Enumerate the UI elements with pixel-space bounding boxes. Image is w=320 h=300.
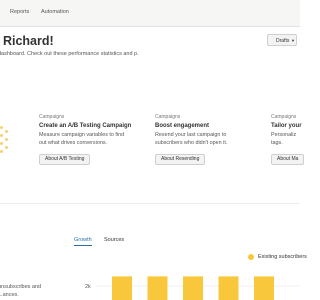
chart-bar [218,276,239,300]
chart-bar [147,276,168,300]
y-tick-label: 2k [85,284,91,290]
growth-chart: 2k [85,276,300,300]
chart-bar [254,276,274,300]
chart-bar [183,276,203,300]
chart-bar [112,276,132,300]
